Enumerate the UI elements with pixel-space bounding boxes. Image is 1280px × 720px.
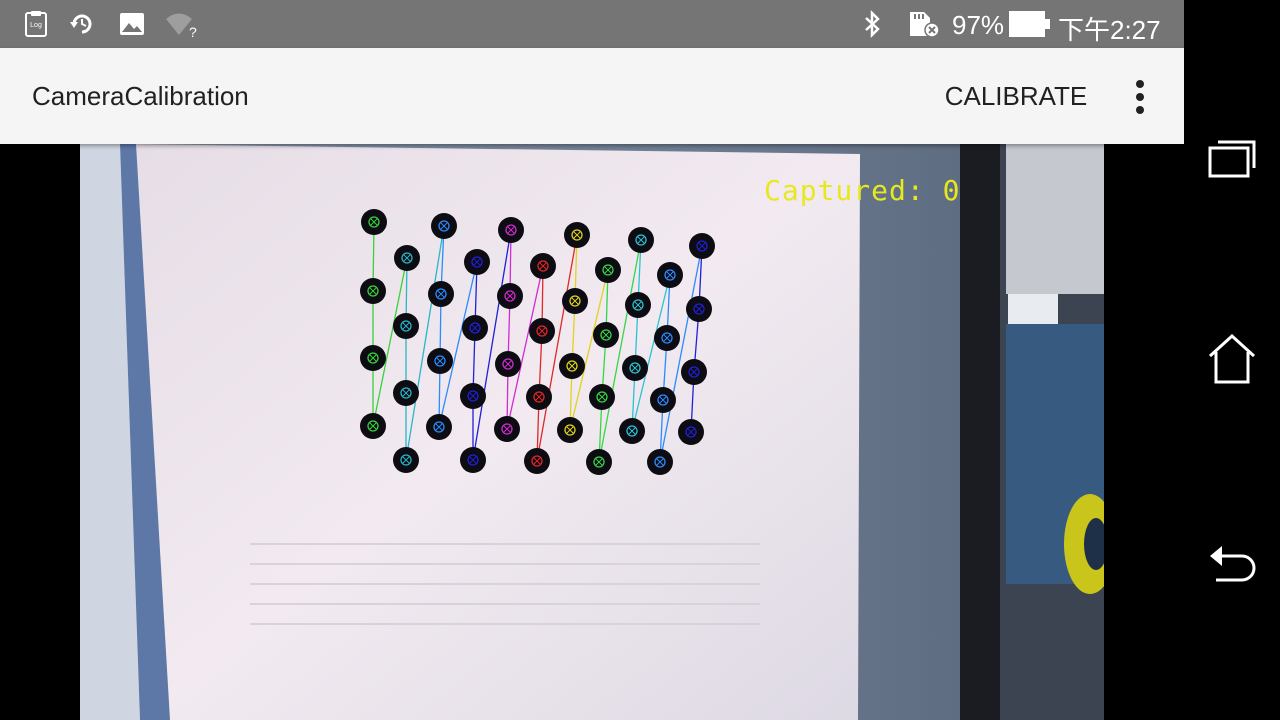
battery-percent: 97% (952, 10, 1005, 40)
app-bar: CameraCalibration CALIBRATE (0, 48, 1184, 144)
camera-preview[interactable]: Captured: 0 (80, 144, 1104, 720)
app-title: CameraCalibration (32, 81, 249, 111)
svg-text:?: ? (189, 24, 197, 38)
home-icon[interactable] (1204, 332, 1260, 388)
navigation-bar (1184, 0, 1280, 720)
image-icon (120, 13, 144, 35)
recents-icon[interactable] (1204, 132, 1260, 188)
more-vert-icon[interactable] (1116, 72, 1164, 120)
sdcard-error-icon (910, 12, 940, 38)
bluetooth-icon (865, 10, 880, 38)
status-bar: Log ? 97% 下午2:27 (0, 0, 1184, 48)
sync-icon (70, 14, 92, 34)
log-icon: Log (25, 11, 47, 37)
captured-count-label: Captured: 0 (764, 174, 961, 207)
camera-scene (80, 144, 1104, 720)
svg-text:Log: Log (30, 22, 42, 29)
back-icon[interactable] (1204, 532, 1260, 588)
status-clock: 下午2:27 (1058, 15, 1161, 45)
calibrate-button[interactable]: CALIBRATE (928, 72, 1104, 120)
battery-icon (1009, 11, 1050, 37)
wifi-question-icon: ? (166, 13, 197, 38)
